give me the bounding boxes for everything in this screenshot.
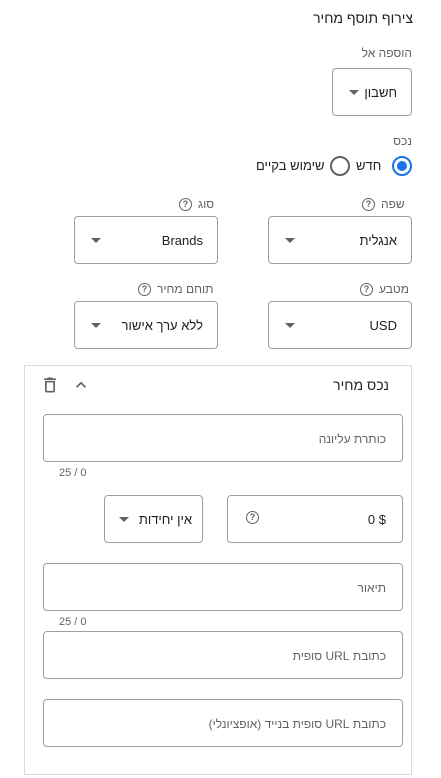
page-title: צירוף תוסף מחיר: [313, 10, 413, 26]
add-to-label: הוספה אל: [361, 46, 412, 60]
asset-existing-radio[interactable]: [330, 156, 352, 178]
caret-down-icon: [91, 322, 101, 328]
price-input[interactable]: 0 $ ?: [227, 495, 403, 543]
description-counter: 25 / 0: [59, 616, 87, 628]
currency-select[interactable]: USD: [268, 301, 412, 349]
trash-icon[interactable]: [40, 375, 60, 395]
currency-value: USD: [369, 317, 397, 333]
type-select[interactable]: Brands: [74, 216, 218, 264]
price-asset-heading: נכס מחיר: [333, 377, 389, 393]
help-circle-icon[interactable]: ?: [360, 282, 373, 296]
type-value: Brands: [161, 232, 203, 248]
asset-existing-label: שימוש בקיים: [256, 158, 325, 173]
chevron-up-icon[interactable]: [71, 375, 91, 395]
asset-new-radio[interactable]: [392, 156, 414, 178]
caret-down-icon: [119, 516, 129, 522]
language-select[interactable]: אנגלית: [268, 216, 412, 264]
currency-label-group: ? מטבע: [360, 282, 409, 296]
final-url-placeholder: כתובת URL סופית: [292, 649, 386, 663]
unit-select[interactable]: אין יחידות: [104, 495, 203, 543]
asset-new-label: חדש: [356, 158, 382, 173]
mobile-url-input[interactable]: כתובת URL סופית בנייד (אופציונלי): [43, 699, 403, 747]
add-to-value: חשבון: [364, 84, 397, 100]
language-label-group: ? שפה: [362, 197, 405, 211]
type-label-group: ? סוג: [179, 197, 214, 211]
help-circle-icon[interactable]: ?: [138, 282, 151, 296]
caret-down-icon: [91, 237, 101, 243]
description-placeholder: תיאור: [357, 581, 386, 595]
help-circle-icon[interactable]: ?: [246, 511, 259, 524]
mobile-url-placeholder: כתובת URL סופית בנייד (אופציונלי): [208, 717, 386, 731]
caret-down-icon: [285, 322, 295, 328]
price-range-select[interactable]: ללא ערך אישור: [74, 301, 218, 349]
radio-checked-icon: [392, 156, 412, 176]
price-value: 0 $: [367, 512, 386, 527]
price-range-label-group: ? תוחם מחיר: [138, 282, 213, 296]
asset-label: נכס: [393, 134, 412, 148]
caret-down-icon: [349, 89, 359, 95]
unit-value: אין יחידות: [138, 511, 192, 527]
header-placeholder: כותרת עליונה: [318, 432, 386, 446]
add-to-select[interactable]: חשבון: [332, 68, 412, 116]
type-label: סוג: [198, 197, 215, 211]
description-input[interactable]: תיאור: [43, 563, 403, 611]
currency-label: מטבע: [379, 282, 409, 296]
price-range-value: ללא ערך אישור: [121, 317, 203, 333]
help-circle-icon[interactable]: ?: [362, 197, 375, 211]
header-input[interactable]: כותרת עליונה: [43, 414, 403, 462]
final-url-input[interactable]: כתובת URL סופית: [43, 631, 403, 679]
language-value: אנגלית: [359, 232, 397, 248]
header-counter: 25 / 0: [59, 467, 87, 479]
language-label: שפה: [381, 197, 405, 211]
radio-unchecked-icon: [330, 156, 350, 176]
price-range-label: תוחם מחיר: [157, 282, 214, 296]
help-circle-icon[interactable]: ?: [179, 197, 192, 211]
caret-down-icon: [285, 237, 295, 243]
